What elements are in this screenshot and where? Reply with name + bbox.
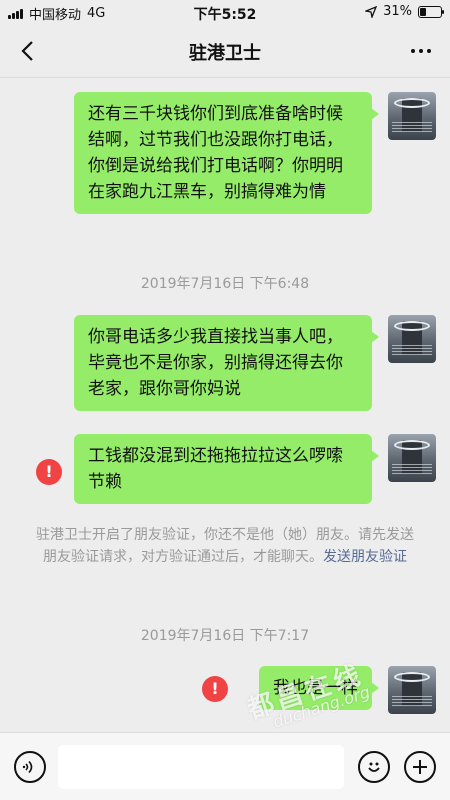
system-notice: 驻港卫士开启了朋友验证，你还不是他（她）朋友。请先发送朋友验证请求，对方验证通过… — [30, 524, 420, 568]
more-icon[interactable] — [406, 38, 436, 64]
message-input[interactable] — [58, 745, 344, 789]
chat-area[interactable]: 还有三千块钱你们到底准备啥时候结啊，过节我们也没跟你打电话，你倒是说给我们打电话… — [0, 78, 450, 732]
voice-icon[interactable] — [14, 751, 46, 783]
emoji-icon[interactable] — [358, 751, 390, 783]
nav-bar: 驻港卫士 — [0, 24, 450, 78]
avatar[interactable] — [388, 315, 436, 363]
location-arrow-icon — [365, 5, 378, 18]
battery-icon — [418, 5, 444, 18]
battery-percent: 31% — [383, 4, 412, 19]
status-bar: 中国移动 4G 下午5:52 31% — [0, 0, 450, 24]
plus-icon[interactable] — [404, 751, 436, 783]
avatar[interactable] — [388, 92, 436, 140]
error-icon[interactable]: ! — [202, 676, 228, 702]
send-friend-request-link[interactable]: 发送朋友验证 — [323, 549, 407, 565]
timestamp-1: 2019年7月16日 下午6:48 — [140, 276, 310, 292]
avatar[interactable] — [388, 434, 436, 482]
chat-title: 驻港卫士 — [189, 43, 261, 64]
input-bar — [0, 732, 450, 800]
error-icon[interactable]: ! — [36, 459, 62, 485]
message-bubble-2[interactable]: 你哥电话多少我直接找当事人吧，毕竟也不是你家，别搞得还得去你老家，跟你哥你妈说 — [74, 315, 379, 411]
message-bubble-4[interactable]: 我也是一样 — [259, 666, 379, 710]
timestamp-2: 2019年7月16日 下午7:17 — [140, 628, 310, 644]
message-bubble-3[interactable]: 工钱都没混到还拖拖拉拉这么啰嗦节赖 — [74, 434, 379, 504]
message-bubble-1[interactable]: 还有三千块钱你们到底准备啥时候结啊，过节我们也没跟你打电话，你倒是说给我们打电话… — [74, 92, 379, 214]
battery-level — [420, 7, 427, 16]
avatar[interactable] — [388, 666, 436, 714]
status-right: 31% — [365, 4, 444, 19]
